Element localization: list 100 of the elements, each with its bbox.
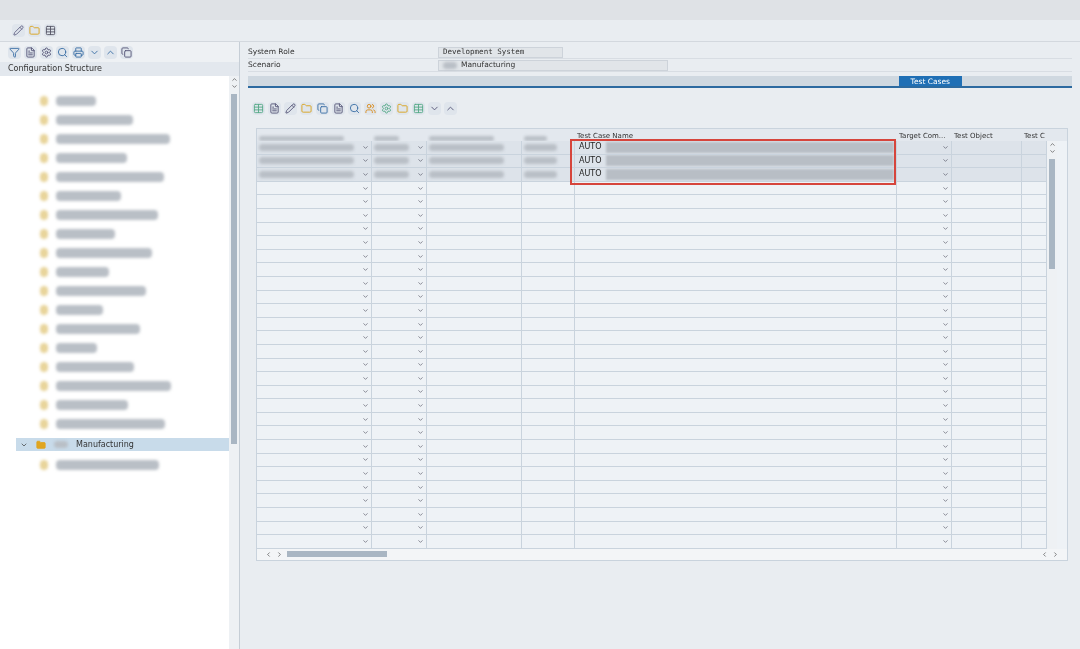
expand-icon[interactable]	[88, 45, 101, 59]
table-cell[interactable]	[897, 399, 952, 413]
table-cell[interactable]	[372, 372, 427, 386]
table-cell[interactable]	[257, 263, 372, 277]
table-cell[interactable]	[257, 508, 372, 522]
table-cell	[1022, 494, 1047, 509]
table-cell[interactable]	[372, 440, 427, 454]
scroll-down-icon[interactable]	[230, 83, 238, 90]
scrollbar-thumb[interactable]	[1049, 159, 1055, 269]
move-up-icon[interactable]	[444, 101, 457, 115]
table-cell[interactable]	[257, 236, 372, 250]
scrollbar-thumb[interactable]	[287, 551, 387, 558]
blurred-text	[443, 61, 457, 69]
scroll-left-icon[interactable]	[265, 550, 272, 558]
table-cell[interactable]	[257, 331, 372, 345]
table-cell[interactable]	[897, 304, 952, 318]
table-cell[interactable]	[257, 372, 372, 386]
collapse-icon[interactable]	[104, 45, 117, 59]
table-cell	[952, 535, 1022, 549]
blurred-text	[524, 143, 557, 151]
scroll-up-icon[interactable]	[1048, 141, 1056, 148]
table-cell	[952, 195, 1022, 209]
table-cell[interactable]	[372, 426, 427, 441]
table-cell[interactable]	[372, 195, 427, 209]
scrollbar-thumb[interactable]	[231, 94, 237, 444]
table-cell[interactable]	[897, 372, 952, 386]
table-cell	[952, 331, 1022, 345]
search-icon[interactable]	[56, 45, 69, 59]
table-cell	[1022, 467, 1047, 481]
table-cell[interactable]	[372, 399, 427, 413]
table-cell[interactable]	[372, 331, 427, 345]
table-cell[interactable]	[372, 141, 427, 155]
table-cell	[522, 263, 575, 277]
scroll-left-icon[interactable]	[1041, 550, 1048, 558]
table-cell[interactable]	[372, 508, 427, 522]
scroll-right-icon[interactable]	[276, 550, 283, 558]
table-cell	[1022, 168, 1047, 182]
table-cell[interactable]	[372, 494, 427, 509]
settings-icon[interactable]	[40, 45, 53, 59]
tree-item[interactable]: Manufacturing	[16, 438, 229, 451]
vertical-scrollbar[interactable]	[229, 76, 239, 649]
table-cell[interactable]	[897, 494, 952, 509]
scroll-right-icon[interactable]	[1052, 550, 1059, 558]
search-icon[interactable]	[348, 101, 361, 115]
new-document-icon[interactable]	[268, 101, 281, 115]
table-cell[interactable]	[372, 236, 427, 250]
table-cell[interactable]	[257, 535, 372, 549]
blurred-text	[56, 153, 127, 163]
table-cell[interactable]	[257, 426, 372, 441]
table-cell[interactable]	[257, 168, 372, 182]
horizontal-scrollbar[interactable]	[257, 548, 1067, 560]
scroll-up-icon[interactable]	[230, 76, 238, 83]
table-cell[interactable]	[897, 263, 952, 277]
table-cell[interactable]	[897, 467, 952, 481]
table-cell[interactable]	[257, 141, 372, 155]
pencil-icon[interactable]	[12, 24, 25, 37]
document-icon[interactable]	[332, 101, 345, 115]
folder-icon[interactable]	[396, 101, 409, 115]
table-cell[interactable]	[372, 535, 427, 549]
table-cell[interactable]	[897, 440, 952, 454]
table-cell[interactable]	[257, 467, 372, 481]
table-cell[interactable]	[897, 426, 952, 441]
filter-icon[interactable]	[8, 45, 21, 59]
scroll-down-icon[interactable]	[1048, 148, 1056, 155]
cell-text: AUTO	[579, 155, 602, 166]
table-cell[interactable]	[897, 331, 952, 345]
table-cell[interactable]	[897, 535, 952, 549]
table-cell[interactable]	[257, 399, 372, 413]
table-cell	[522, 508, 575, 522]
settings-icon[interactable]	[380, 101, 393, 115]
pencil-icon[interactable]	[284, 101, 297, 115]
table-cell[interactable]	[372, 304, 427, 318]
table-cell[interactable]	[372, 467, 427, 481]
table-cell[interactable]	[257, 440, 372, 454]
table-cell	[522, 372, 575, 386]
copy-icon[interactable]	[316, 101, 329, 115]
blurred-text	[524, 136, 547, 141]
table-cell	[522, 535, 575, 549]
table-cell[interactable]	[897, 508, 952, 522]
table-cell[interactable]	[897, 168, 952, 182]
copy-icon[interactable]	[120, 45, 133, 59]
printer-icon[interactable]	[72, 45, 85, 59]
blurred-text	[374, 157, 409, 165]
blurred-text	[40, 460, 48, 470]
table-cell[interactable]	[897, 195, 952, 209]
move-down-icon[interactable]	[428, 101, 441, 115]
panel-header: Configuration Structure	[8, 63, 102, 75]
table-cell[interactable]	[897, 236, 952, 250]
table-cell	[952, 494, 1022, 509]
table-cell[interactable]	[257, 304, 372, 318]
table-cell[interactable]	[372, 263, 427, 277]
table-cell[interactable]	[372, 168, 427, 182]
document-icon[interactable]	[24, 45, 37, 59]
folder-icon[interactable]	[300, 101, 313, 115]
users-icon[interactable]	[364, 101, 377, 115]
grid-icon[interactable]	[252, 101, 265, 115]
table-cell[interactable]	[897, 141, 952, 155]
table-cell[interactable]	[257, 494, 372, 509]
table-cell[interactable]	[257, 195, 372, 209]
table-icon[interactable]	[412, 101, 425, 115]
